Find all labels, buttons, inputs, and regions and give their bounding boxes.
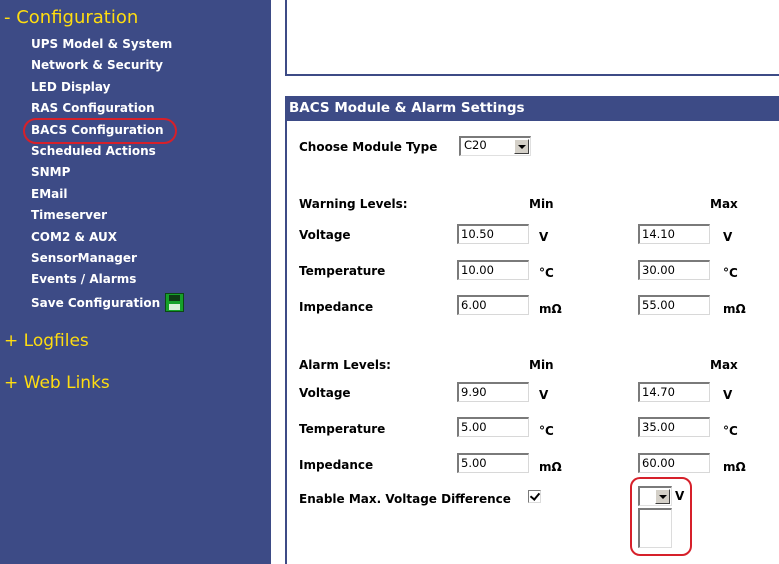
- dropdown-button[interactable]: [655, 489, 670, 504]
- logfiles-section-toggle[interactable]: + Logfiles: [4, 331, 89, 351]
- nav-item-label: SensorManager: [31, 250, 137, 265]
- unit-label: mΩ: [723, 460, 746, 474]
- floppy-disk-icon[interactable]: [165, 292, 185, 312]
- warning-impedance-max-input[interactable]: 55.00: [638, 295, 710, 315]
- nav-item-com2-aux[interactable]: COM2 & AUX: [31, 229, 184, 250]
- alarm-impedance-label: Impedance: [299, 458, 374, 472]
- nav-item-ups-model-system[interactable]: UPS Model & System: [31, 36, 184, 57]
- alarm-impedance-min-input[interactable]: 5.00: [457, 453, 529, 473]
- unit-label: V: [723, 388, 733, 402]
- unit-label: V: [539, 388, 549, 402]
- voltage-difference-label: Enable Max. Voltage Difference: [299, 492, 511, 506]
- warning-temperature-min-input[interactable]: 10.00: [457, 260, 529, 280]
- top-panel: [285, 0, 779, 76]
- unit-label: °C: [539, 424, 554, 438]
- unit-label: °C: [723, 266, 738, 280]
- warning-levels-heading: Warning Levels:: [299, 197, 408, 211]
- panel-title: BACS Module & Alarm Settings: [287, 96, 779, 121]
- unit-label: mΩ: [723, 302, 746, 316]
- dropdown-button[interactable]: [514, 139, 529, 154]
- weblinks-section-toggle[interactable]: + Web Links: [4, 373, 110, 393]
- nav-item-label: RAS Configuration: [31, 101, 155, 116]
- nav-item-led-display[interactable]: LED Display: [31, 79, 184, 100]
- alarm-max-header: Max: [710, 358, 738, 372]
- alarm-temperature-max-input[interactable]: 35.00: [638, 417, 710, 437]
- nav-item-label: BACS Configuration: [31, 122, 164, 137]
- warning-voltage-max-input[interactable]: 14.10: [638, 224, 710, 244]
- nav-item-scheduled-actions[interactable]: Scheduled Actions: [31, 143, 184, 164]
- alarm-voltage-label: Voltage: [299, 386, 351, 400]
- warning-temperature-label: Temperature: [299, 264, 386, 278]
- warning-max-header: Max: [710, 197, 738, 211]
- nav-item-email[interactable]: EMail: [31, 186, 184, 207]
- warning-voltage-label: Voltage: [299, 228, 351, 242]
- warning-impedance-label: Impedance: [299, 300, 374, 314]
- configuration-nav-list: UPS Model & System Network & Security LE…: [23, 36, 185, 314]
- nav-item-label: UPS Model & System: [31, 37, 173, 51]
- alarm-impedance-max-input[interactable]: 60.00: [638, 453, 710, 473]
- module-type-select[interactable]: C20: [459, 136, 531, 156]
- voltage-difference-checkbox[interactable]: [528, 490, 541, 503]
- bacs-settings-panel: BACS Module & Alarm Settings Choose Modu…: [285, 96, 779, 564]
- main-content: BACS Module & Alarm Settings Choose Modu…: [271, 0, 779, 564]
- nav-item-save-configuration[interactable]: Save Configuration: [31, 292, 185, 314]
- voltage-difference-select[interactable]: [638, 486, 672, 506]
- sidebar: - Configuration UPS Model & System Netwo…: [0, 0, 271, 564]
- nav-item-label: Events / Alarms: [31, 272, 137, 287]
- checkmark-icon: [529, 490, 541, 501]
- nav-item-label: Save Configuration: [31, 295, 161, 310]
- unit-label: V: [539, 230, 549, 244]
- warning-temperature-max-input[interactable]: 30.00: [638, 260, 710, 280]
- warning-voltage-min-input[interactable]: 10.50: [457, 224, 529, 244]
- nav-item-timeserver[interactable]: Timeserver: [31, 207, 184, 228]
- voltage-difference-dropdown-list[interactable]: [638, 508, 672, 548]
- nav-item-label: EMail: [31, 186, 68, 201]
- nav-item-label: LED Display: [31, 79, 111, 94]
- alarm-temperature-label: Temperature: [299, 422, 386, 436]
- unit-label: °C: [723, 424, 738, 438]
- nav-item-bacs-configuration[interactable]: BACS Configuration: [23, 117, 184, 144]
- nav-item-label: Network & Security: [31, 58, 163, 73]
- nav-item-label: SNMP: [31, 165, 71, 180]
- unit-label: mΩ: [539, 460, 562, 474]
- alarm-levels-heading: Alarm Levels:: [299, 358, 391, 372]
- chevron-down-icon: [518, 145, 526, 149]
- nav-item-label: Timeserver: [31, 208, 108, 223]
- chevron-down-icon: [659, 495, 667, 499]
- nav-item-label: COM2 & AUX: [31, 229, 118, 244]
- unit-label: °C: [539, 266, 554, 280]
- nav-item-ras-configuration[interactable]: RAS Configuration: [31, 100, 184, 121]
- nav-item-events-alarms[interactable]: Events / Alarms: [31, 271, 184, 292]
- module-type-label: Choose Module Type: [299, 140, 438, 154]
- nav-item-network-security[interactable]: Network & Security: [31, 57, 184, 78]
- nav-item-label: Scheduled Actions: [31, 143, 156, 158]
- warning-impedance-min-input[interactable]: 6.00: [457, 295, 529, 315]
- alarm-voltage-max-input[interactable]: 14.70: [638, 382, 710, 402]
- nav-item-sensormanager[interactable]: SensorManager: [31, 250, 184, 271]
- warning-min-header: Min: [529, 197, 554, 211]
- unit-label: mΩ: [539, 302, 562, 316]
- alarm-voltage-min-input[interactable]: 9.90: [457, 382, 529, 402]
- nav-item-snmp[interactable]: SNMP: [31, 164, 184, 185]
- module-type-value: C20: [464, 138, 487, 152]
- configuration-section-toggle[interactable]: - Configuration: [4, 7, 138, 28]
- alarm-min-header: Min: [529, 358, 554, 372]
- voltage-difference-unit: V: [675, 489, 685, 503]
- unit-label: V: [723, 230, 733, 244]
- alarm-temperature-min-input[interactable]: 5.00: [457, 417, 529, 437]
